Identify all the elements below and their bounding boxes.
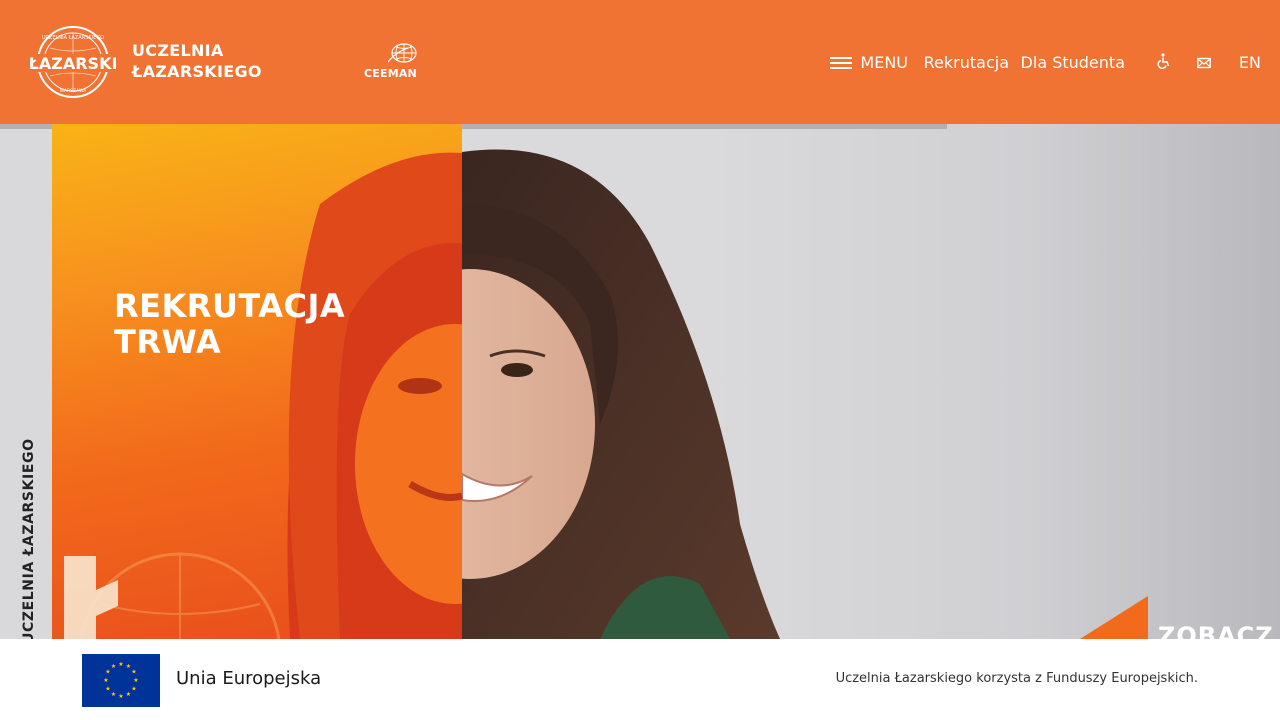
university-name: UCZELNIA ŁAZARSKIEGO [132, 40, 272, 82]
nav-link-dla-studenta[interactable]: Dla Studenta [1021, 50, 1125, 76]
ceeman-label: CEEMAN [364, 67, 417, 80]
envelope-icon [1197, 57, 1211, 69]
contact-button[interactable] [1197, 51, 1211, 77]
svg-text:★: ★ [103, 677, 108, 684]
svg-text:★: ★ [131, 686, 136, 693]
home-logo-link[interactable]: ŁAZARSKI WARSZAWA UCZELNIA ŁAZARSKIEGO U… [30, 24, 270, 100]
hero-title-line1: REKRUTACJA [114, 287, 346, 325]
svg-text:★: ★ [118, 661, 123, 668]
wheelchair-icon [1157, 53, 1170, 70]
svg-text:★: ★ [133, 677, 138, 684]
vertical-brand-text: UCZELNIA ŁAZARSKIEGO [21, 438, 37, 639]
site-header: ŁAZARSKI WARSZAWA UCZELNIA ŁAZARSKIEGO U… [0, 0, 1280, 124]
eu-funding-note: Uczelnia Łazarskiego korzysta z Funduszy… [835, 671, 1198, 686]
university-name-line2: ŁAZARSKIEGO [132, 62, 262, 81]
hero-title-line2: TRWA [114, 323, 222, 361]
ceeman-globe-icon [388, 43, 417, 63]
language-switch-en[interactable]: EN [1239, 50, 1261, 76]
menu-button[interactable]: MENU [830, 50, 908, 76]
hero-title: REKRUTACJA TRWA [114, 288, 434, 360]
eu-funding-bar: ★ ★ ★ ★ ★ ★ ★ ★ ★ ★ ★ ★ Unia Europejska … [0, 639, 1280, 720]
hamburger-icon [830, 55, 853, 71]
eu-flag-icon: ★ ★ ★ ★ ★ ★ ★ ★ ★ ★ ★ ★ [82, 654, 160, 707]
svg-text:★: ★ [118, 693, 123, 700]
eu-label: Unia Europejska [176, 668, 322, 689]
svg-text:UCZELNIA ŁAZARSKIEGO: UCZELNIA ŁAZARSKIEGO [42, 35, 104, 41]
orange-arrow-decoration-icon [1080, 596, 1148, 639]
svg-text:★: ★ [111, 691, 116, 698]
svg-text:★: ★ [111, 663, 116, 670]
student-portrait-image [79, 149, 780, 639]
menu-label: MENU [860, 53, 908, 72]
university-seal-logo: ŁAZARSKI WARSZAWA UCZELNIA ŁAZARSKIEGO [30, 26, 116, 98]
lazarski-l-mark-icon [64, 556, 118, 639]
svg-text:★: ★ [131, 669, 136, 676]
hero-banner[interactable]: REKRUTACJA TRWA UCZELNIA ŁAZARSKIEGO ZOB… [0, 124, 1280, 639]
nav-link-rekrutacja[interactable]: Rekrutacja [924, 50, 1009, 76]
accessibility-button[interactable] [1156, 51, 1170, 77]
svg-text:ŁAZARSKI: ŁAZARSKI [30, 54, 116, 73]
ceeman-logo-link[interactable]: CEEMAN [362, 42, 422, 82]
svg-text:WARSZAWA: WARSZAWA [60, 88, 87, 94]
svg-text:★: ★ [105, 686, 110, 693]
university-name-line1: UCZELNIA [132, 41, 224, 60]
see-more-link[interactable]: ZOBACZ [1158, 622, 1274, 639]
svg-text:★: ★ [126, 691, 131, 698]
